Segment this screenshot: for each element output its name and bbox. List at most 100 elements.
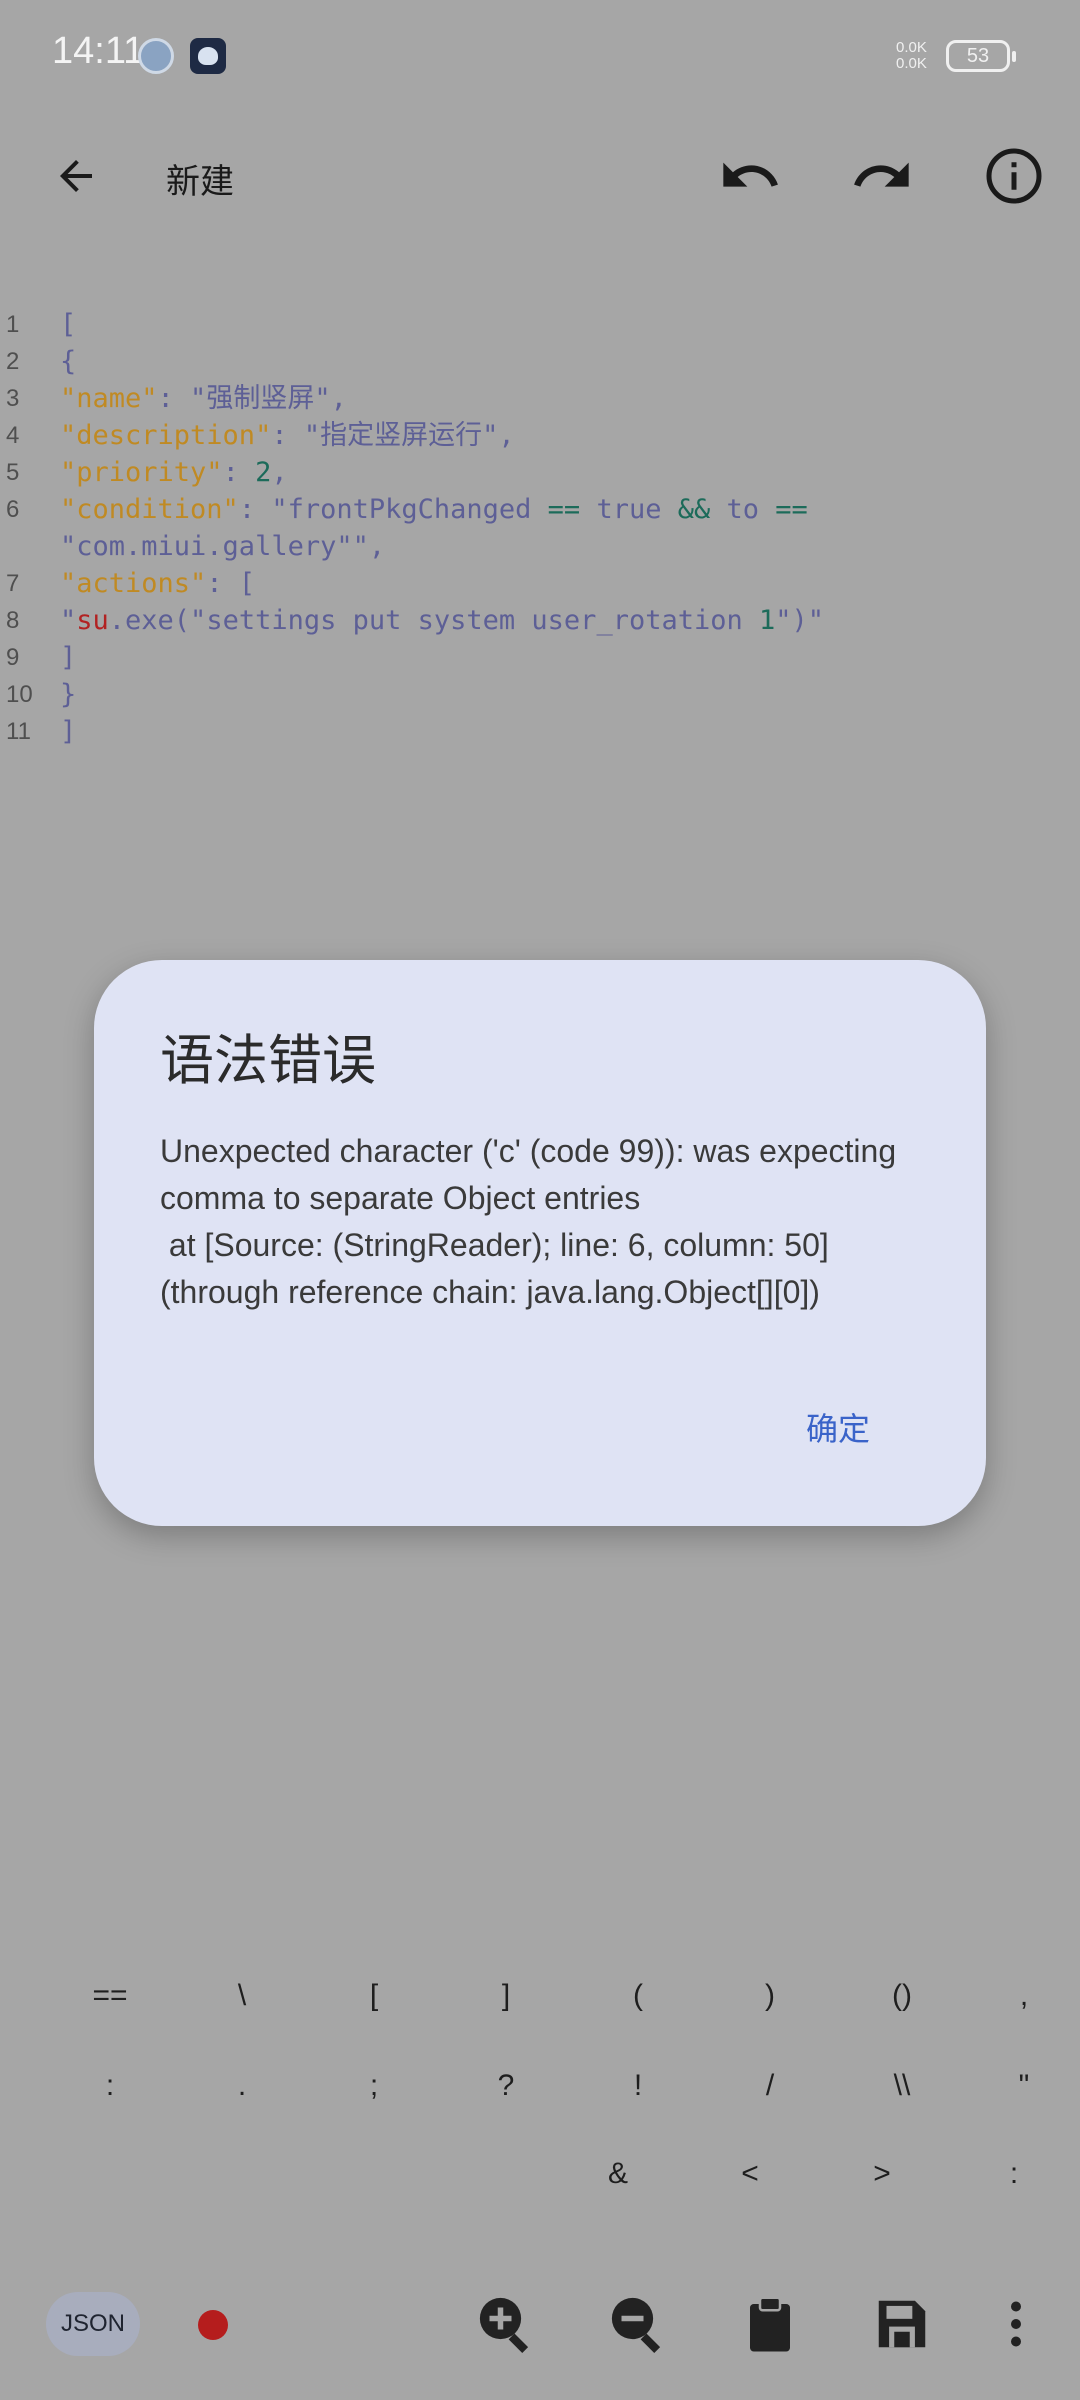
code-line: 7 "actions": [ [0,565,1080,602]
code-token: : [222,457,256,488]
symbol-key[interactable]: : [70,2056,150,2116]
symbol-key[interactable]: & [578,2144,658,2204]
symbol-key[interactable]: < [710,2144,790,2204]
code-line: 11 ] [0,713,1080,750]
error-dialog: 语法错误 Unexpected character ('c' (code 99)… [94,960,986,1526]
json-value: : "frontPkgChanged [238,494,548,525]
code-token: } [60,679,77,710]
json-value: : "指定竖屏运行", [271,420,515,451]
undo-icon [723,162,778,187]
symbol-key[interactable]: ; [334,2056,414,2116]
code-operator: == [775,494,808,525]
symbol-key[interactable]: ) [730,1966,810,2026]
json-key: "actions" [60,568,207,599]
json-key: "condition" [60,494,239,525]
symbol-key[interactable]: : [974,2144,1054,2204]
line-number: 2 [6,348,20,375]
info-icon [986,148,1042,204]
json-number: 2 [255,457,272,488]
symbol-key[interactable]: " [984,2056,1064,2116]
json-value: to [710,494,776,525]
dialog-ok-button[interactable]: 确定 [794,1396,882,1458]
symbol-key[interactable]: () [862,1966,942,2026]
line-number: 8 [6,607,20,634]
steering-wheel-icon [138,38,174,74]
zoom-out-icon [611,2297,661,2353]
json-key: "name" [60,383,158,414]
more-vertical-icon [1011,2301,1021,2347]
code-token: " [60,605,77,636]
cat-app-icon [190,38,226,74]
line-number: 6 [6,496,20,523]
symbol-key[interactable]: > [842,2144,922,2204]
symbol-key[interactable]: / [730,2056,810,2116]
dialog-message: Unexpected character ('c' (code 99)): wa… [160,1133,897,1310]
save-icon [878,2300,926,2348]
code-token: ] [60,642,77,673]
symbol-row: == \ [ ] ( ) () , [0,1966,1080,2026]
line-number: 11 [6,718,31,745]
code-editor[interactable]: 1 [ 2 { 3 "name": "强制竖屏", 4 "description… [0,306,1080,750]
json-key: "priority" [60,457,223,488]
symbol-key[interactable]: == [70,1966,150,2026]
record-icon[interactable] [198,2310,228,2340]
json-format-chip[interactable]: JSON [46,2292,140,2356]
line-number: 4 [6,422,20,449]
paste-button[interactable] [732,2286,808,2362]
symbol-key[interactable]: \ [202,1966,282,2026]
status-bar: 14:11 0.0K 0.0K 53 [0,0,1080,110]
symbol-key[interactable]: ( [598,1966,678,2026]
code-line: 8 "su.exe("settings put system user_rota… [0,602,1080,639]
line-number: 7 [6,570,20,597]
code-token: ] [60,716,77,747]
zoom-in-button[interactable] [468,2286,544,2362]
code-line: 10 } [0,676,1080,713]
line-number: 3 [6,385,20,412]
code-line: 1 [ [0,306,1080,343]
json-value: true [580,494,678,525]
redo-button[interactable] [844,138,920,214]
code-operator: && [677,494,711,525]
line-number: 1 [6,311,20,338]
code-token: : [ [206,568,256,599]
symbol-row: & < > : [0,2144,1080,2204]
line-number: 5 [6,459,20,486]
symbol-key[interactable]: [ [334,1966,414,2026]
code-operator: == [547,494,581,525]
code-token: { [60,346,77,377]
page-title: 新建 [166,162,234,202]
network-speed-up: 0.0K [896,39,927,56]
back-arrow-icon [60,160,92,192]
json-value: : "强制竖屏", [157,383,347,414]
code-token: , [271,457,288,488]
code-token: su [76,605,109,636]
symbol-key[interactable]: ! [598,2056,678,2116]
info-button[interactable] [976,138,1052,214]
symbol-key[interactable]: \\ [862,2056,942,2116]
save-button[interactable] [864,2286,940,2362]
json-value: ")" [775,605,825,636]
status-time: 14:11 [52,30,145,72]
undo-button[interactable] [712,138,788,214]
code-token: [ [60,309,77,340]
code-line: 2 { [0,343,1080,380]
back-button[interactable] [38,138,114,214]
code-line: 6 "condition": "frontPkgChanged == true … [0,491,1080,528]
more-button[interactable] [978,2286,1054,2362]
network-speed-down: 0.0K [896,55,927,72]
json-value: "com.miui.gallery"", [60,531,386,562]
symbol-key[interactable]: ? [466,2056,546,2116]
redo-icon [854,162,909,187]
network-speed: 0.0K 0.0K [896,40,927,72]
dialog-title: 语法错误 [160,1029,376,1092]
code-line: 3 "name": "强制竖屏", [0,380,1080,417]
json-number: 1 [759,605,776,636]
zoom-in-icon [479,2297,529,2353]
symbol-key[interactable]: . [202,2056,282,2116]
code-line: 5 "priority": 2, [0,454,1080,491]
clipboard-icon [750,2296,790,2352]
symbol-key[interactable]: , [984,1966,1064,2026]
battery-icon: 53 [946,40,1016,72]
symbol-key[interactable]: ] [466,1966,546,2026]
zoom-out-button[interactable] [600,2286,676,2362]
